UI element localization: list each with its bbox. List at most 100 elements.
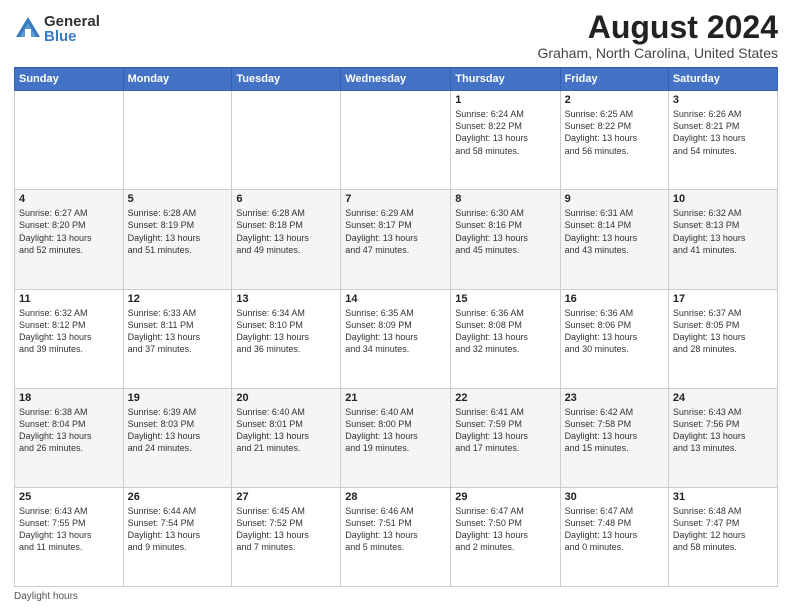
day-number: 13	[236, 293, 336, 305]
calendar-cell: 29 Sunrise: 6:47 AM Sunset: 7:50 PM Dayli…	[451, 487, 560, 586]
day-number: 2	[565, 94, 664, 106]
calendar-cell: 2 Sunrise: 6:25 AM Sunset: 8:22 PM Daylig…	[560, 91, 668, 190]
day-info: Sunrise: 6:46 AM Sunset: 7:51 PM Dayligh…	[345, 505, 446, 554]
calendar-cell: 17Sunrise: 6:37 AM Sunset: 8:05 PM Dayli…	[668, 289, 777, 388]
calendar-header: SundayMondayTuesdayWednesdayThursdayFrid…	[15, 68, 778, 91]
day-number: 8	[455, 193, 555, 205]
day-info: Sunrise: 6:42 AM Sunset: 7:58 PM Dayligh…	[565, 406, 664, 455]
day-number: 27	[236, 491, 336, 503]
calendar-cell: 22 Sunrise: 6:41 AM Sunset: 7:59 PM Dayli…	[451, 388, 560, 487]
day-number: 5	[128, 193, 228, 205]
calendar-cell: 19 Sunrise: 6:39 AM Sunset: 8:03 PM Dayli…	[123, 388, 232, 487]
day-info: Sunrise: 6:27 AM Sunset: 8:20 PM Dayligh…	[19, 207, 119, 256]
calendar-cell: 8Sunrise: 6:30 AM Sunset: 8:16 PM Daylig…	[451, 190, 560, 289]
day-info: Sunrise: 6:34 AM Sunset: 8:10 PM Dayligh…	[236, 307, 336, 356]
day-number: 6	[236, 193, 336, 205]
day-info: Sunrise: 6:25 AM Sunset: 8:22 PM Dayligh…	[565, 108, 664, 157]
day-number: 10	[673, 193, 773, 205]
calendar-cell	[341, 91, 451, 190]
calendar-cell: 23 Sunrise: 6:42 AM Sunset: 7:58 PM Dayli…	[560, 388, 668, 487]
logo: General Blue	[14, 14, 100, 44]
calendar-cell: 4 Sunrise: 6:27 AM Sunset: 8:20 PM Daylig…	[15, 190, 124, 289]
calendar-cell: 27Sunrise: 6:45 AM Sunset: 7:52 PM Dayli…	[232, 487, 341, 586]
day-info: Sunrise: 6:43 AM Sunset: 7:56 PM Dayligh…	[673, 406, 773, 455]
calendar-cell: 10 Sunrise: 6:32 AM Sunset: 8:13 PM Dayli…	[668, 190, 777, 289]
calendar-cell: 21Sunrise: 6:40 AM Sunset: 8:00 PM Dayli…	[341, 388, 451, 487]
calendar-day-header: Wednesday	[341, 68, 451, 91]
calendar-cell: 1Sunrise: 6:24 AM Sunset: 8:22 PM Daylig…	[451, 91, 560, 190]
calendar-cell	[232, 91, 341, 190]
logo-blue: Blue	[44, 29, 100, 44]
day-info: Sunrise: 6:41 AM Sunset: 7:59 PM Dayligh…	[455, 406, 555, 455]
day-number: 3	[673, 94, 773, 106]
day-number: 1	[455, 94, 555, 106]
day-info: Sunrise: 6:35 AM Sunset: 8:09 PM Dayligh…	[345, 307, 446, 356]
calendar-cell: 3 Sunrise: 6:26 AM Sunset: 8:21 PM Daylig…	[668, 91, 777, 190]
day-number: 12	[128, 293, 228, 305]
calendar-day-header: Tuesday	[232, 68, 341, 91]
title-block: August 2024 Graham, North Carolina, Unit…	[538, 10, 778, 61]
calendar-week-row: 4 Sunrise: 6:27 AM Sunset: 8:20 PM Daylig…	[15, 190, 778, 289]
day-info: Sunrise: 6:32 AM Sunset: 8:13 PM Dayligh…	[673, 207, 773, 256]
calendar-cell: 6 Sunrise: 6:28 AM Sunset: 8:18 PM Daylig…	[232, 190, 341, 289]
day-number: 22	[455, 392, 555, 404]
logo-text: General Blue	[44, 14, 100, 44]
calendar-cell	[123, 91, 232, 190]
day-info: Sunrise: 6:37 AM Sunset: 8:05 PM Dayligh…	[673, 307, 773, 356]
daylight-label: Daylight hours	[14, 591, 78, 602]
day-number: 24	[673, 392, 773, 404]
calendar-cell: 24 Sunrise: 6:43 AM Sunset: 7:56 PM Dayli…	[668, 388, 777, 487]
day-number: 18	[19, 392, 119, 404]
day-info: Sunrise: 6:28 AM Sunset: 8:18 PM Dayligh…	[236, 207, 336, 256]
calendar-cell: 18Sunrise: 6:38 AM Sunset: 8:04 PM Dayli…	[15, 388, 124, 487]
calendar-cell: 14 Sunrise: 6:35 AM Sunset: 8:09 PM Dayli…	[341, 289, 451, 388]
day-info: Sunrise: 6:29 AM Sunset: 8:17 PM Dayligh…	[345, 207, 446, 256]
calendar-body: 1Sunrise: 6:24 AM Sunset: 8:22 PM Daylig…	[15, 91, 778, 587]
main-title: August 2024	[538, 10, 778, 45]
calendar-week-row: 11Sunrise: 6:32 AM Sunset: 8:12 PM Dayli…	[15, 289, 778, 388]
calendar-week-row: 1Sunrise: 6:24 AM Sunset: 8:22 PM Daylig…	[15, 91, 778, 190]
calendar-cell: 11Sunrise: 6:32 AM Sunset: 8:12 PM Dayli…	[15, 289, 124, 388]
day-info: Sunrise: 6:47 AM Sunset: 7:50 PM Dayligh…	[455, 505, 555, 554]
calendar-cell: 9Sunrise: 6:31 AM Sunset: 8:14 PM Daylig…	[560, 190, 668, 289]
calendar-cell: 30 Sunrise: 6:47 AM Sunset: 7:48 PM Dayli…	[560, 487, 668, 586]
day-number: 14	[345, 293, 446, 305]
day-info: Sunrise: 6:32 AM Sunset: 8:12 PM Dayligh…	[19, 307, 119, 356]
day-info: Sunrise: 6:36 AM Sunset: 8:08 PM Dayligh…	[455, 307, 555, 356]
calendar-day-header: Saturday	[668, 68, 777, 91]
page: General Blue August 2024 Graham, North C…	[0, 0, 792, 612]
day-number: 16	[565, 293, 664, 305]
day-info: Sunrise: 6:39 AM Sunset: 8:03 PM Dayligh…	[128, 406, 228, 455]
day-number: 7	[345, 193, 446, 205]
calendar-cell	[15, 91, 124, 190]
calendar-week-row: 18Sunrise: 6:38 AM Sunset: 8:04 PM Dayli…	[15, 388, 778, 487]
day-number: 4	[19, 193, 119, 205]
logo-general: General	[44, 14, 100, 29]
calendar-cell: 16 Sunrise: 6:36 AM Sunset: 8:06 PM Dayli…	[560, 289, 668, 388]
calendar-day-header: Thursday	[451, 68, 560, 91]
day-number: 25	[19, 491, 119, 503]
day-number: 28	[345, 491, 446, 503]
calendar-cell: 20Sunrise: 6:40 AM Sunset: 8:01 PM Dayli…	[232, 388, 341, 487]
calendar-cell: 25Sunrise: 6:43 AM Sunset: 7:55 PM Dayli…	[15, 487, 124, 586]
day-number: 23	[565, 392, 664, 404]
calendar-cell: 12 Sunrise: 6:33 AM Sunset: 8:11 PM Dayli…	[123, 289, 232, 388]
header: General Blue August 2024 Graham, North C…	[14, 10, 778, 61]
day-info: Sunrise: 6:28 AM Sunset: 8:19 PM Dayligh…	[128, 207, 228, 256]
day-info: Sunrise: 6:36 AM Sunset: 8:06 PM Dayligh…	[565, 307, 664, 356]
day-info: Sunrise: 6:26 AM Sunset: 8:21 PM Dayligh…	[673, 108, 773, 157]
day-number: 30	[565, 491, 664, 503]
day-info: Sunrise: 6:47 AM Sunset: 7:48 PM Dayligh…	[565, 505, 664, 554]
day-info: Sunrise: 6:33 AM Sunset: 8:11 PM Dayligh…	[128, 307, 228, 356]
day-info: Sunrise: 6:48 AM Sunset: 7:47 PM Dayligh…	[673, 505, 773, 554]
calendar-cell: 26Sunrise: 6:44 AM Sunset: 7:54 PM Dayli…	[123, 487, 232, 586]
day-number: 21	[345, 392, 446, 404]
logo-icon	[14, 15, 42, 43]
calendar-cell: 7 Sunrise: 6:29 AM Sunset: 8:17 PM Daylig…	[341, 190, 451, 289]
subtitle: Graham, North Carolina, United States	[538, 45, 778, 61]
day-number: 29	[455, 491, 555, 503]
day-info: Sunrise: 6:40 AM Sunset: 8:01 PM Dayligh…	[236, 406, 336, 455]
calendar-day-header: Sunday	[15, 68, 124, 91]
day-number: 9	[565, 193, 664, 205]
day-number: 19	[128, 392, 228, 404]
